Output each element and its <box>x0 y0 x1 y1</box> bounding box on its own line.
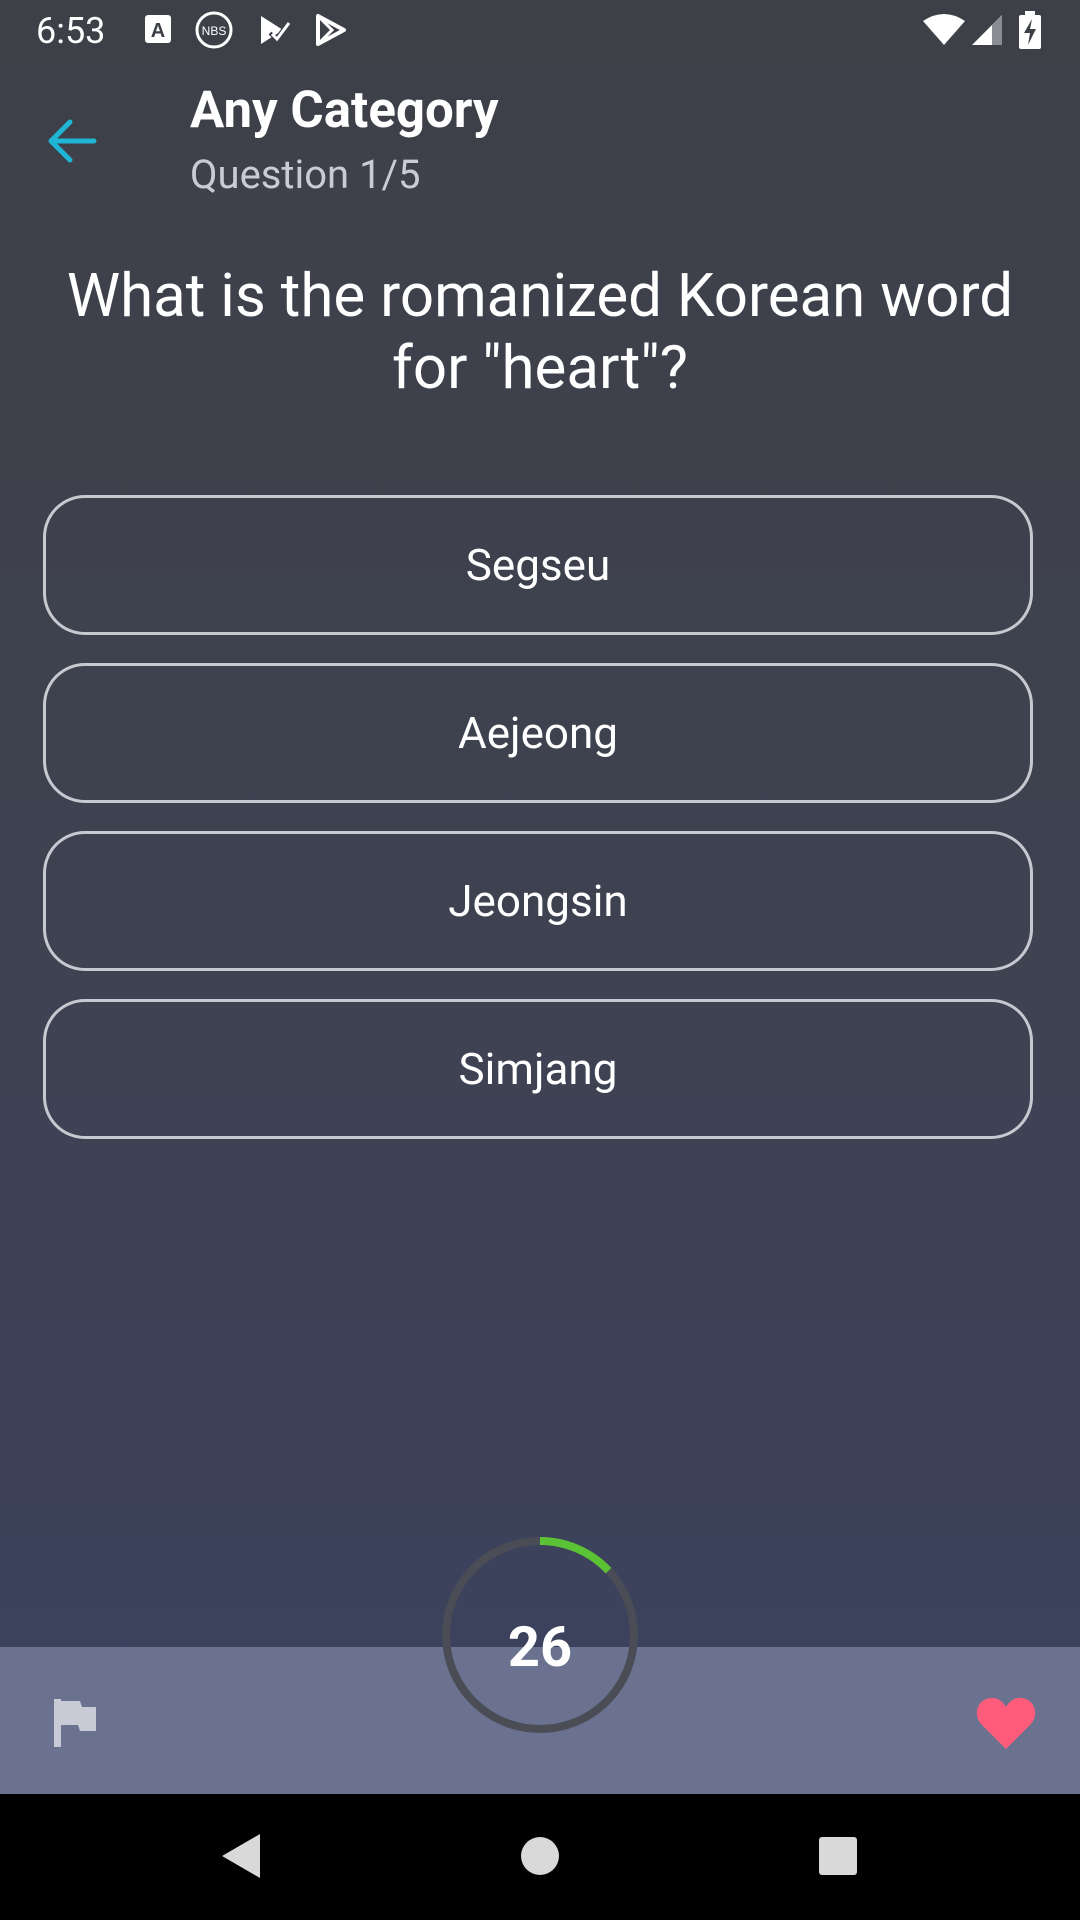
recents-square-icon <box>819 1837 857 1875</box>
answer-option-3[interactable]: Jeongsin <box>43 831 1033 971</box>
play-check-icon <box>261 16 292 44</box>
home-circle-icon <box>521 1837 559 1875</box>
answer-label: Simjang <box>458 1043 618 1095</box>
back-triangle-icon <box>222 1834 260 1878</box>
favorite-button[interactable] <box>975 1695 1037 1751</box>
signal-icon <box>972 15 1002 45</box>
arrow-left-icon <box>48 119 97 163</box>
play-store-icon <box>316 14 346 46</box>
battery-charging-icon <box>1019 11 1041 49</box>
page-title: Any Category <box>190 81 499 140</box>
status-time: 6:53 <box>36 10 106 52</box>
flag-icon <box>54 1699 96 1747</box>
svg-text:NBS: NBS <box>202 24 227 38</box>
report-flag-button[interactable] <box>50 1697 100 1749</box>
heart-icon <box>976 1697 1036 1749</box>
timer-value: 26 <box>507 1614 573 1680</box>
answer-label: Jeongsin <box>448 875 628 927</box>
answer-option-4[interactable]: Simjang <box>43 999 1033 1139</box>
system-nav-bar <box>0 1794 1080 1920</box>
wifi-icon <box>923 14 965 45</box>
nav-home-button[interactable] <box>514 1830 566 1882</box>
svg-text:A: A <box>151 20 165 42</box>
nav-back-button[interactable] <box>216 1830 268 1882</box>
answer-option-1[interactable]: Segseu <box>43 495 1033 635</box>
countdown-timer: 26 <box>440 1535 640 1735</box>
nav-recents-button[interactable] <box>812 1830 864 1882</box>
back-button[interactable] <box>36 103 112 179</box>
question-text: What is the romanized Korean word for "h… <box>66 260 1014 403</box>
status-bar: 6:53 A NBS <box>0 0 1080 63</box>
question-counter: Question 1/5 <box>190 151 421 198</box>
answer-label: Aejeong <box>458 707 618 759</box>
app-bar: Any Category Question 1/5 <box>0 63 1080 213</box>
answer-option-2[interactable]: Aejeong <box>43 663 1033 803</box>
text-a-icon: A <box>145 15 171 43</box>
nbs-icon: NBS <box>195 11 233 49</box>
answer-label: Segseu <box>465 539 611 591</box>
